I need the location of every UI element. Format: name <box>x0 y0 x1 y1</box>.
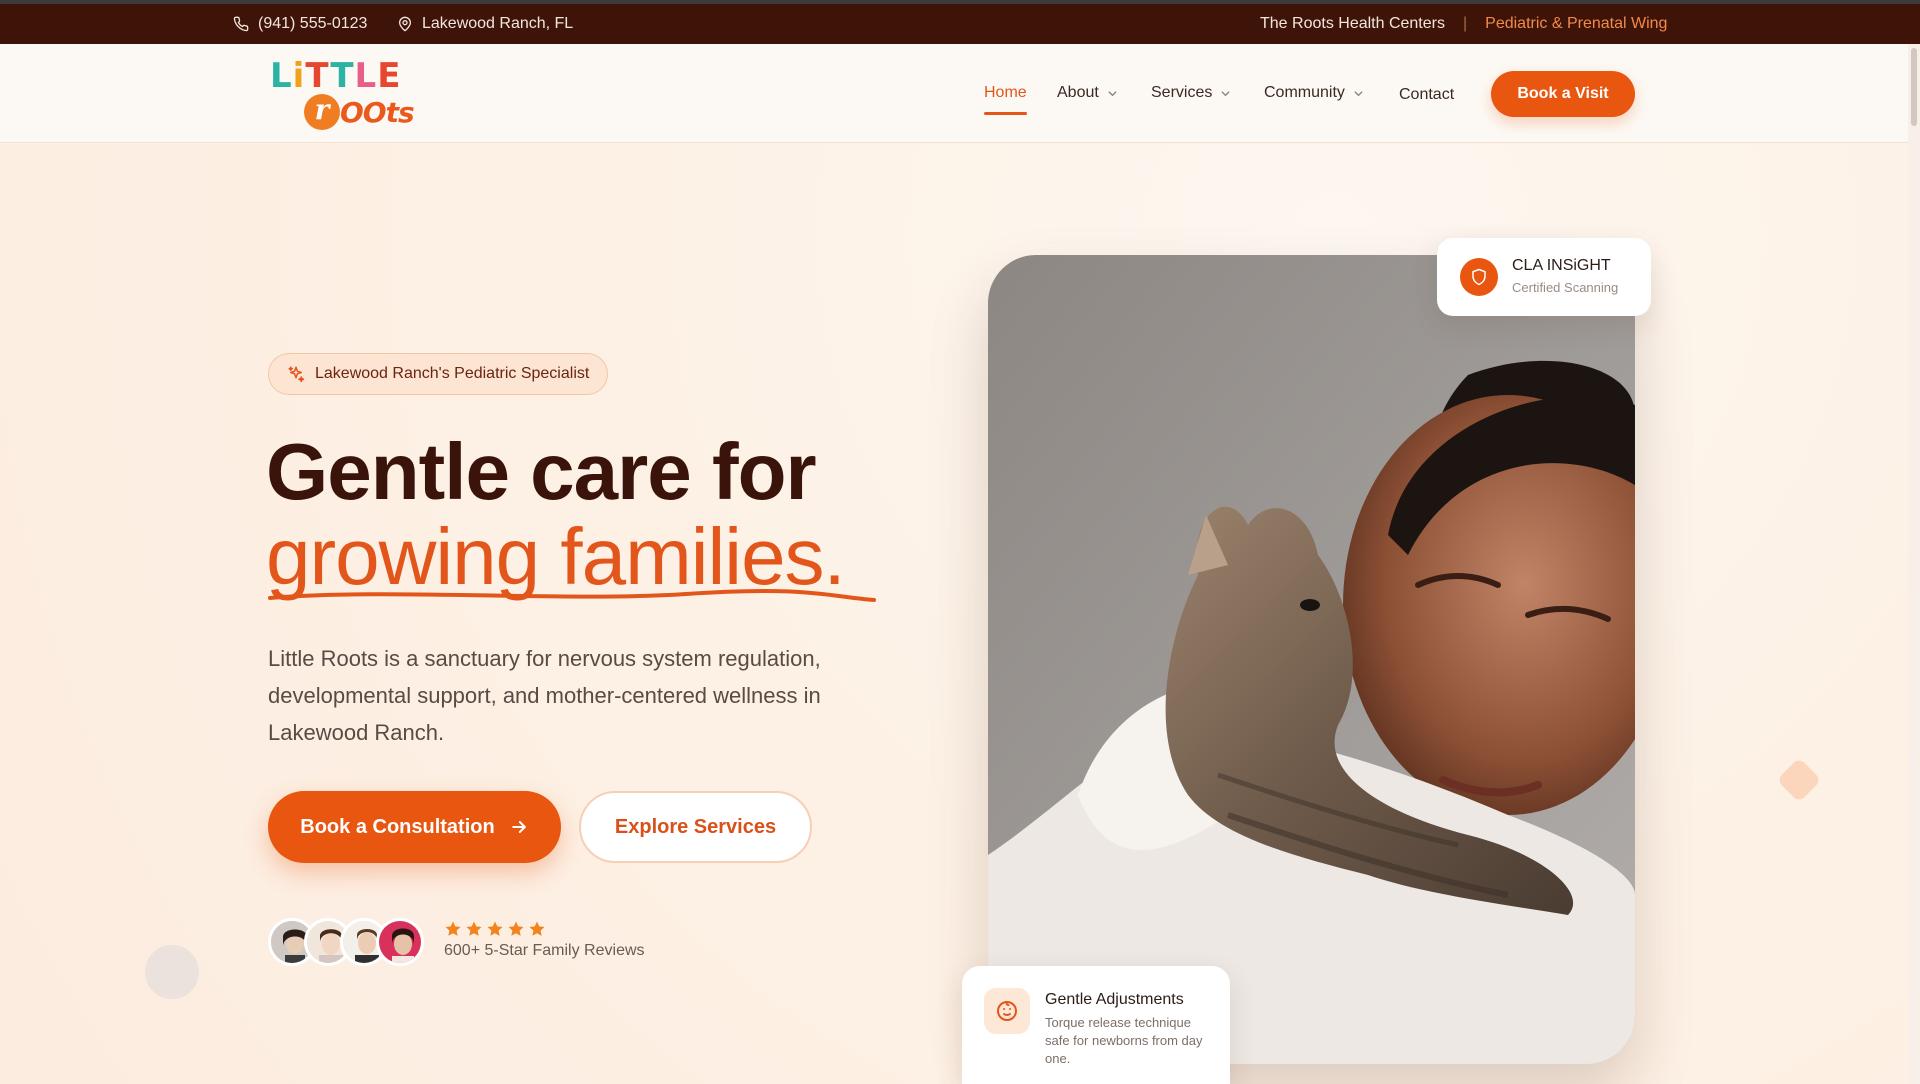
decorative-circle <box>145 945 199 999</box>
chevron-down-icon <box>1354 90 1363 96</box>
nav-item-contact[interactable]: Contact <box>1399 86 1454 104</box>
chevron-down-icon <box>1221 90 1230 96</box>
phone-contact[interactable]: (941) 555-0123 <box>233 15 367 33</box>
book-visit-button[interactable]: Book a Visit <box>1491 71 1635 117</box>
nav-item-label: Services <box>1151 84 1213 101</box>
nav-item-label: Community <box>1264 84 1345 101</box>
top-info-bar: (941) 555-0123 Lakewood Ranch, FL The Ro… <box>0 4 1920 44</box>
nav-item-home[interactable]: Home <box>984 84 1027 115</box>
star-icon <box>466 921 482 936</box>
star-icon <box>529 921 545 936</box>
org-name-link[interactable]: The Roots Health Centers <box>1260 15 1445 33</box>
gentle-description: Torque release technique safe for newbor… <box>1045 1015 1203 1066</box>
logo-wordmark-little: LiTTLE <box>270 56 402 96</box>
logo-wordmark-roots: OOts <box>340 96 415 129</box>
rating-stars <box>444 920 546 938</box>
nav-item-label: Home <box>984 84 1027 101</box>
nav-item-services[interactable]: Services <box>1151 84 1231 102</box>
nav-item-label: About <box>1057 84 1099 101</box>
arrow-right-icon <box>511 821 526 833</box>
wing-link[interactable]: Pediatric & Prenatal Wing <box>1485 15 1667 33</box>
reviews-count: 600+ 5-Star Family Reviews <box>444 942 645 959</box>
cla-title: CLA INSiGHT <box>1512 257 1611 274</box>
specialist-badge: Lakewood Ranch's Pediatric Specialist <box>268 353 609 395</box>
gentle-icon-badge <box>984 988 1030 1034</box>
page-scrollbar-thumb[interactable] <box>1911 48 1917 126</box>
hero-headline-line1: Gentle care for <box>266 427 817 516</box>
book-consultation-button[interactable]: Book a Consultation <box>268 791 561 863</box>
nav-item-community[interactable]: Community <box>1264 84 1364 102</box>
hero-description: Little Roots is a sanctuary for nervous … <box>268 646 821 745</box>
explore-services-button[interactable]: Explore Services <box>579 791 812 863</box>
star-icon <box>445 921 461 936</box>
location-text: Lakewood Ranch, FL <box>422 15 574 32</box>
sparkle-icon <box>288 366 305 383</box>
page-scrollbar-track[interactable] <box>1908 44 1920 1084</box>
hero-photo <box>988 255 1635 1064</box>
cla-insight-card: CLA INSiGHT Certified Scanning <box>1437 238 1651 316</box>
topbar-separator: | <box>1462 15 1468 32</box>
star-icon <box>487 921 503 936</box>
logo[interactable]: LiTTLE r OOts <box>268 56 415 132</box>
book-consultation-label: Book a Consultation <box>300 815 495 838</box>
shield-icon <box>1472 268 1486 286</box>
avatar <box>376 918 424 966</box>
main-navigation: LiTTLE r OOts Home About Services Commun… <box>0 44 1908 143</box>
nav-item-label: Contact <box>1399 86 1455 103</box>
badge-text: Lakewood Ranch's Pediatric Specialist <box>315 365 590 382</box>
chevron-down-icon <box>1108 90 1117 96</box>
gentle-title: Gentle Adjustments <box>1045 991 1184 1008</box>
phone-icon <box>233 16 249 32</box>
cla-subtitle: Certified Scanning <box>1512 280 1619 295</box>
headline-underline-swash <box>268 588 876 602</box>
cla-icon-badge <box>1460 258 1498 296</box>
map-pin-icon <box>399 16 411 32</box>
gentle-adjustments-card: Gentle Adjustments Torque release techni… <box>962 966 1230 1084</box>
baby-face-icon <box>997 1001 1017 1021</box>
location-info: Lakewood Ranch, FL <box>397 15 573 33</box>
org-links: The Roots Health Centers | Pediatric & P… <box>1260 15 1667 33</box>
logo-r-mark: r <box>304 94 340 130</box>
phone-number: (941) 555-0123 <box>258 15 368 32</box>
hero-photo-illustration <box>988 255 1635 1064</box>
nav-item-about[interactable]: About <box>1057 84 1118 102</box>
star-icon <box>508 921 524 936</box>
